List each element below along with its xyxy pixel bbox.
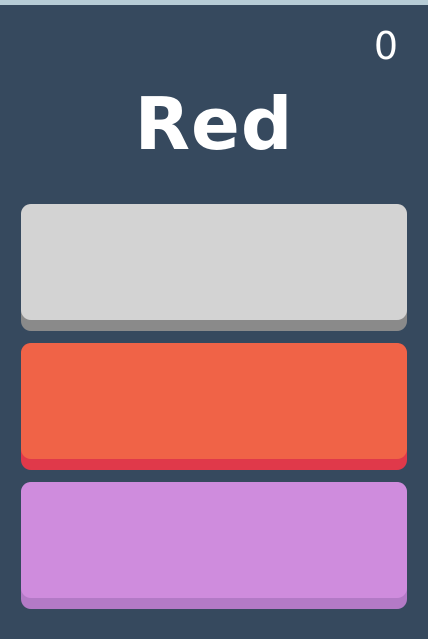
- color-word-prompt: Red: [134, 82, 294, 166]
- color-choice-button-2[interactable]: [21, 343, 407, 470]
- color-swatch-1: [21, 204, 407, 320]
- color-swatch-2: [21, 343, 407, 459]
- top-strip: [0, 0, 428, 5]
- game-screen: 0 Red: [0, 0, 428, 639]
- score-counter: 0: [373, 24, 398, 68]
- color-choice-button-3[interactable]: [21, 482, 407, 609]
- color-swatch-3: [21, 482, 407, 598]
- color-choice-button-1[interactable]: [21, 204, 407, 331]
